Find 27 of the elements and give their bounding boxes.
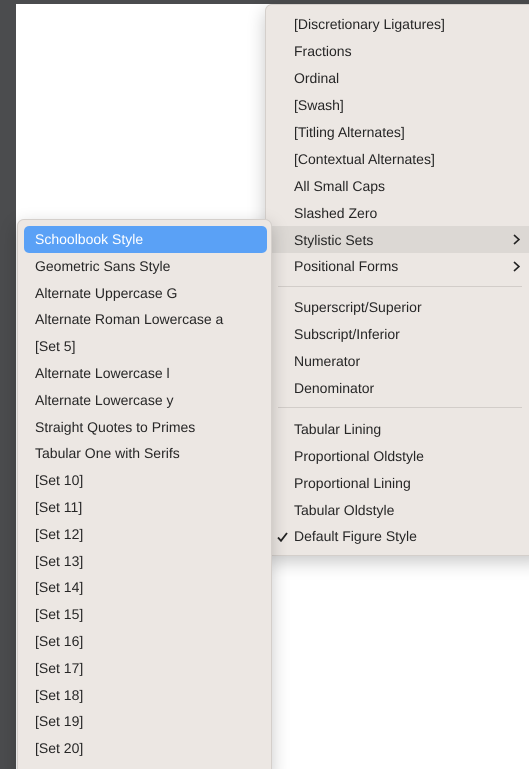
menu-item[interactable]: [Set 19]	[24, 708, 267, 736]
menu-item[interactable]: Alternate Roman Lowercase a	[24, 306, 267, 334]
menu-item[interactable]: Fractions	[266, 38, 529, 65]
menu-item[interactable]: Geometric Sans Style	[24, 252, 267, 280]
menu-item[interactable]: [Set 15]	[24, 601, 267, 628]
menu-item[interactable]: [Set 12]	[24, 520, 267, 548]
menu-item[interactable]: Straight Quotes to Primes	[24, 414, 267, 440]
menu-item[interactable]: All Small Caps	[266, 172, 529, 200]
menu-item[interactable]: [Set 13]	[24, 548, 267, 574]
menu-item[interactable]: [Set 20]	[24, 735, 267, 762]
menu-item[interactable]: [Contextual Alternates]	[266, 145, 529, 172]
menu-item[interactable]: Slashed Zero	[266, 199, 529, 226]
menu-item[interactable]: [Titling Alternates]	[266, 118, 529, 146]
menu-item[interactable]: Ordinal	[266, 64, 529, 92]
menu-item[interactable]: Alternate Lowercase l	[24, 360, 267, 387]
menu-item[interactable]: [Set 17]	[24, 654, 267, 682]
menu-item[interactable]: Tabular One with Serifs	[24, 440, 267, 468]
menu-item[interactable]: [Set 10]	[24, 467, 267, 494]
menu-item[interactable]: Alternate Lowercase y	[24, 386, 267, 414]
menu-item[interactable]: [Discretionary Ligatures]	[266, 11, 529, 38]
menu-item[interactable]: [Set 14]	[24, 574, 267, 602]
menu-item[interactable]: Alternate Uppercase G	[24, 280, 267, 306]
menu-item[interactable]: [Swash]	[266, 92, 529, 119]
menu-item[interactable]: [Set 18]	[24, 682, 267, 708]
menu-item[interactable]: [Set 11]	[24, 494, 267, 521]
menu-item[interactable]: [Set 16]	[24, 628, 267, 655]
menu-item[interactable]: [Set 5]	[24, 333, 267, 360]
